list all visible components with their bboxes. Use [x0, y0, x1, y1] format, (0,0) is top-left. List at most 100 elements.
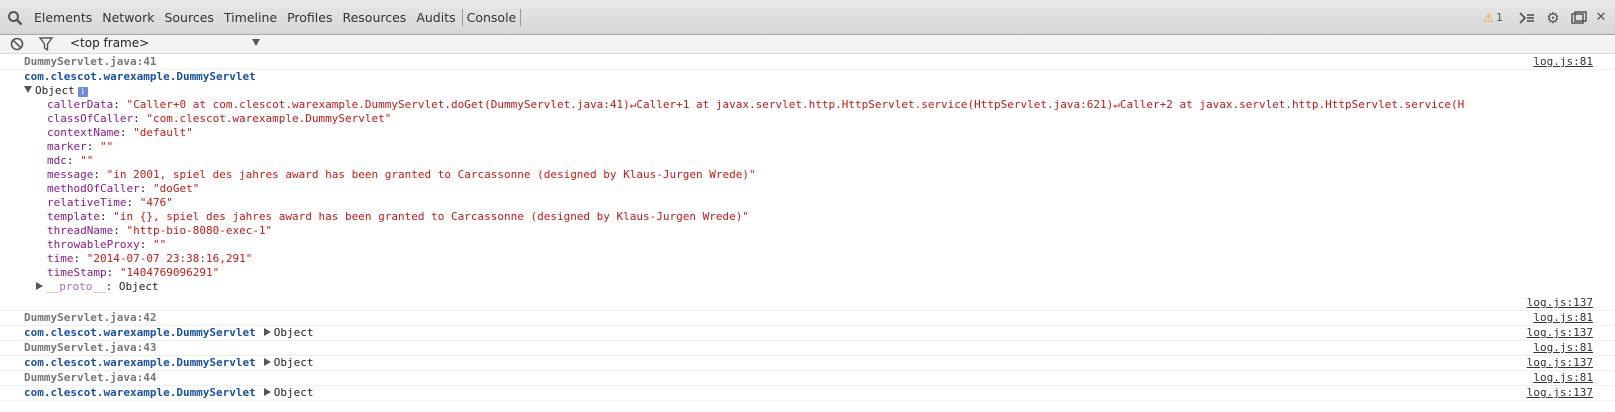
- source-link[interactable]: log.js:137: [1527, 386, 1593, 399]
- logger-text: com.clescot.warexample.DummyServlet: [24, 326, 256, 339]
- object-property: contextName: "default": [47, 126, 193, 139]
- message-location: DummyServlet.java:43: [24, 341, 157, 354]
- tab-resources[interactable]: Resources: [337, 0, 411, 35]
- warning-count: 1: [1496, 11, 1503, 24]
- source-link[interactable]: log.js:137: [1527, 296, 1593, 309]
- property-value: "http-bio-8080-exec-1": [126, 224, 273, 237]
- search-icon[interactable]: [7, 10, 23, 26]
- console-message: DummyServlet.java:43 log.js:81: [0, 341, 1615, 356]
- collapsed-triangle-icon[interactable]: [263, 358, 271, 366]
- console-message: com.clescot.warexample.DummyServlet Obje…: [0, 70, 1615, 310]
- tab-audits[interactable]: Audits: [411, 0, 460, 35]
- tab-sources[interactable]: Sources: [159, 0, 218, 35]
- property-key: threadName: [47, 224, 114, 237]
- property-value: "1404769096291": [119, 266, 220, 279]
- property-value: "Caller+0 at com.clescot.warexample.Dumm…: [126, 98, 1465, 111]
- warning-icon: ⚠: [1483, 10, 1494, 25]
- object-property: threadName: "http-bio-8080-exec-1": [47, 224, 273, 237]
- warning-counter[interactable]: ⚠ 1: [1483, 11, 1503, 25]
- property-value: "in {}, spiel des jahres award has been …: [113, 210, 749, 223]
- property-key: contextName: [47, 126, 120, 139]
- property-key: mdc: [47, 154, 67, 167]
- property-key: methodOfCaller: [47, 182, 140, 195]
- console-message: DummyServlet.java:41 log.js:81: [0, 55, 1615, 70]
- property-value: "com.clescot.warexample.DummyServlet": [146, 112, 392, 125]
- console-message: DummyServlet.java:42 log.js:81: [0, 310, 1615, 326]
- property-key: relativeTime: [47, 196, 127, 209]
- object-toggle[interactable]: Object: [263, 326, 314, 339]
- source-link[interactable]: log.js:137: [1527, 326, 1593, 339]
- message-location: DummyServlet.java:44: [24, 371, 157, 384]
- devtools-toolbar: Elements Network Sources Timeline Profil…: [0, 0, 1615, 35]
- object-label: Object: [273, 386, 314, 399]
- filter-icon[interactable]: [38, 36, 54, 52]
- source-link[interactable]: log.js:81: [1533, 371, 1593, 384]
- property-value: "default": [133, 126, 193, 139]
- object-property: methodOfCaller: "doGet": [47, 182, 200, 195]
- collapsed-triangle-icon[interactable]: [263, 388, 271, 396]
- source-link[interactable]: log.js:81: [1533, 311, 1593, 324]
- property-key: classOfCaller: [47, 112, 134, 125]
- object-property: template: "in {}, spiel des jahres award…: [47, 210, 749, 223]
- logger-name: com.clescot.warexample.DummyServlet Objec…: [0, 326, 1615, 340]
- property-value: "in 2001, spiel des jahres award has bee…: [106, 168, 756, 181]
- gear-icon[interactable]: ⚙: [1543, 8, 1563, 28]
- property-value: "2014-07-07 23:38:16,291": [86, 252, 253, 265]
- proto-row[interactable]: __proto__: Object: [0, 280, 1615, 294]
- console-filter-bar: <top frame>: [0, 35, 1615, 54]
- chevron-down-icon[interactable]: [252, 39, 260, 46]
- object-label: Object: [273, 356, 314, 369]
- proto-value: Object: [118, 280, 159, 293]
- property-value: "": [152, 238, 167, 251]
- object-toggle[interactable]: Object i: [0, 84, 1615, 98]
- property-key: template: [47, 210, 100, 223]
- property-value: "476": [139, 196, 173, 209]
- dock-icon[interactable]: [1569, 8, 1589, 28]
- frame-selector[interactable]: <top frame>: [70, 36, 149, 50]
- object-label: Object: [273, 326, 314, 339]
- logger-text: com.clescot.warexample.DummyServlet: [24, 356, 256, 369]
- collapsed-triangle-icon[interactable]: [263, 328, 271, 336]
- source-link[interactable]: log.js:81: [1533, 55, 1593, 68]
- close-icon[interactable]: ✕: [1595, 8, 1607, 28]
- object-toggle[interactable]: Object: [263, 356, 314, 369]
- console-message: com.clescot.warexample.DummyServlet Objec…: [0, 386, 1615, 401]
- info-icon[interactable]: i: [77, 87, 88, 97]
- property-value: "doGet": [152, 182, 200, 195]
- object-property: relativeTime: "476": [47, 196, 173, 209]
- object-properties: callerData: "Caller+0 at com.clescot.war…: [0, 98, 1615, 280]
- tab-timeline[interactable]: Timeline: [219, 0, 282, 35]
- object-property: message: "in 2001, spiel des jahres awar…: [47, 168, 756, 181]
- object-property: timeStamp: "1404769096291": [47, 266, 220, 279]
- object-property: classOfCaller: "com.clescot.warexample.D…: [47, 112, 392, 125]
- console-message: com.clescot.warexample.DummyServlet Objec…: [0, 356, 1615, 371]
- logger-name: com.clescot.warexample.DummyServlet Objec…: [0, 356, 1615, 370]
- console-drawer-icon[interactable]: [1517, 8, 1537, 28]
- toolbar-actions: ⚠ 1 ⚙ ✕: [1483, 0, 1615, 35]
- proto-key: __proto__: [46, 280, 106, 293]
- tab-console[interactable]: Console: [461, 9, 522, 26]
- message-location: DummyServlet.java:41: [24, 55, 157, 68]
- tab-network[interactable]: Network: [97, 0, 159, 35]
- object-property: throwableProxy: "": [47, 238, 167, 251]
- object-toggle[interactable]: Object: [263, 386, 314, 399]
- property-key: throwableProxy: [47, 238, 140, 251]
- object-property: time: "2014-07-07 23:38:16,291": [47, 252, 253, 265]
- collapsed-triangle-icon[interactable]: [36, 282, 43, 290]
- console-message: DummyServlet.java:44 log.js:81: [0, 371, 1615, 386]
- object-property: mdc: "": [47, 154, 94, 167]
- console-message: com.clescot.warexample.DummyServlet Objec…: [0, 326, 1615, 341]
- tab-elements[interactable]: Elements: [29, 0, 97, 35]
- property-value: "": [100, 140, 114, 153]
- logger-text: com.clescot.warexample.DummyServlet: [24, 386, 256, 399]
- tab-profiles[interactable]: Profiles: [282, 0, 337, 35]
- source-link[interactable]: log.js:81: [1533, 341, 1593, 354]
- message-location: DummyServlet.java:42: [24, 311, 157, 324]
- source-link[interactable]: log.js:137: [1527, 356, 1593, 369]
- property-key: marker: [47, 140, 87, 153]
- clear-console-icon[interactable]: [9, 36, 25, 52]
- object-property: marker: "": [47, 140, 114, 153]
- panel-tabs: Elements Network Sources Timeline Profil…: [29, 0, 522, 35]
- expanded-triangle-icon[interactable]: [24, 86, 32, 93]
- property-key: timeStamp: [47, 266, 107, 279]
